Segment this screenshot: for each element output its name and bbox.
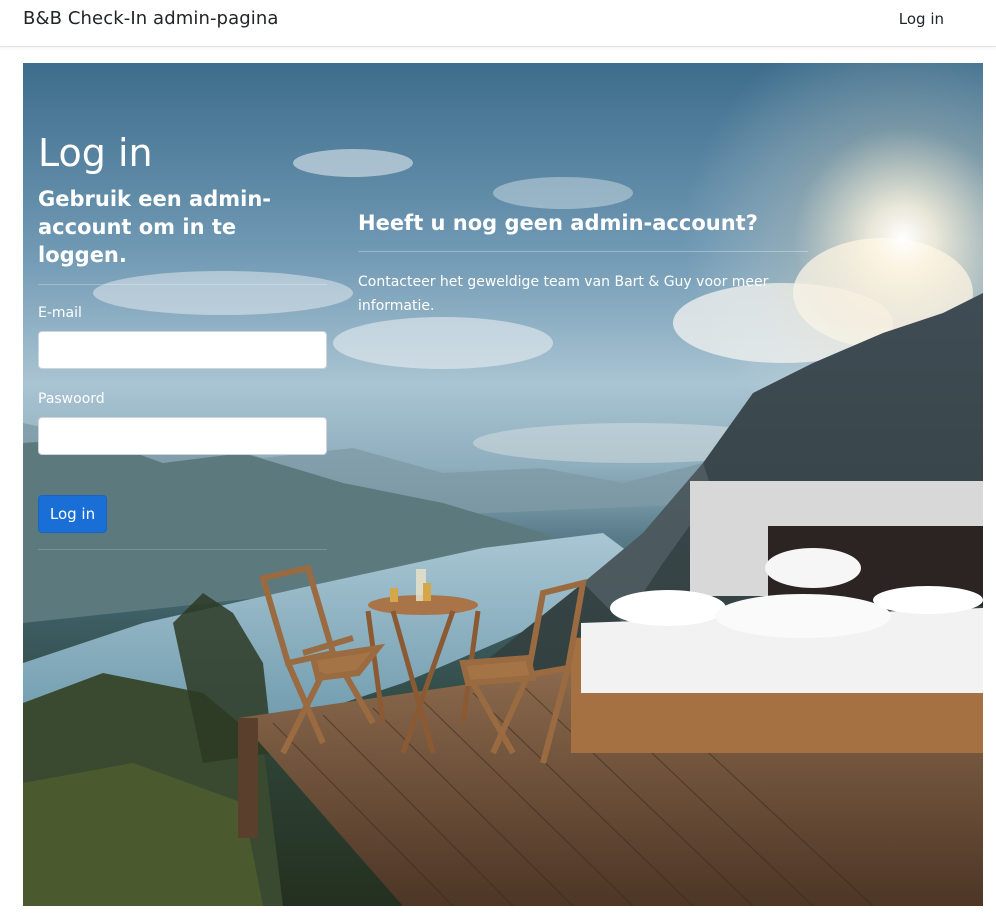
brand-link[interactable]: B&B Check-In admin-pagina <box>23 8 278 29</box>
email-label: E-mail <box>38 304 82 321</box>
nav-login-link[interactable]: Log in <box>899 10 944 28</box>
password-field[interactable] <box>38 416 327 455</box>
login-heading: Log in <box>38 131 153 175</box>
login-form-column: Log in Gebruik een admin-account om in t… <box>38 131 327 550</box>
login-submit-button[interactable]: Log in <box>38 494 107 533</box>
email-field[interactable] <box>38 330 327 369</box>
divider <box>38 283 327 285</box>
login-subheading: Gebruik een admin-account om in te logge… <box>38 186 271 267</box>
no-account-text: Contacteer het geweldige team van Bart &… <box>358 274 769 314</box>
hero-background: Log in Gebruik een admin-account om in t… <box>23 63 983 906</box>
password-label: Paswoord <box>38 390 105 407</box>
top-navbar: B&B Check-In admin-pagina Log in <box>0 0 996 47</box>
divider <box>358 251 808 252</box>
no-account-heading: Heeft u nog geen admin-account? <box>358 211 758 235</box>
no-account-column: Heeft u nog geen admin-account? Contacte… <box>358 209 808 318</box>
divider <box>38 548 327 550</box>
